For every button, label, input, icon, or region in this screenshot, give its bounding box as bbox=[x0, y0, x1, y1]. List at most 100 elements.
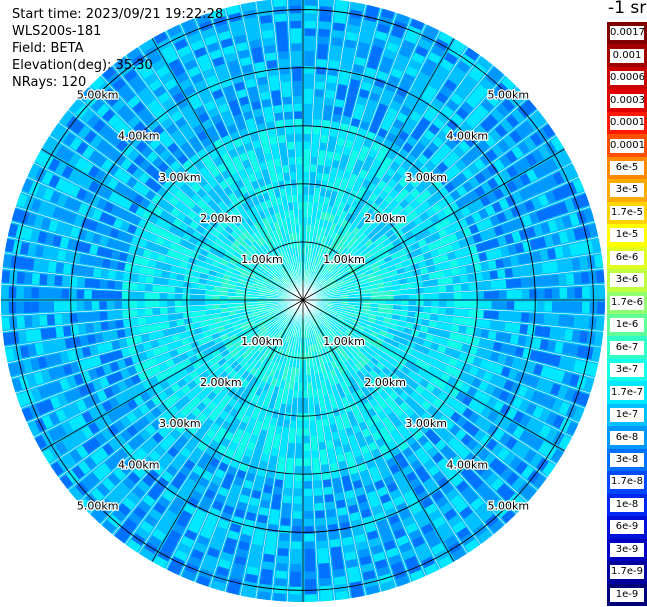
range-gate-cell bbox=[278, 51, 289, 60]
range-gate-cell bbox=[261, 98, 272, 108]
range-gate-cell bbox=[291, 541, 302, 550]
range-gate-cell bbox=[312, 126, 321, 135]
range-gate-cell bbox=[276, 28, 288, 38]
range-gate-cell bbox=[331, 37, 343, 47]
range-gate-cell bbox=[303, 201, 308, 210]
range-gate-cell bbox=[528, 313, 537, 324]
range-gate-cell bbox=[298, 398, 303, 406]
range-gate-cell bbox=[16, 271, 26, 284]
range-gate-cell bbox=[182, 294, 190, 300]
range-gate-cell bbox=[300, 247, 303, 255]
range-gate-cell bbox=[315, 81, 325, 90]
range-gate-cell bbox=[287, 141, 295, 150]
range-gate-cell bbox=[205, 305, 213, 310]
range-gate-cell bbox=[328, 531, 340, 541]
range-gate-cell bbox=[293, 88, 302, 97]
range-gate-cell bbox=[276, 127, 285, 136]
range-gate-cell bbox=[68, 289, 77, 299]
range-gate-cell bbox=[331, 553, 343, 563]
range-gate-cell bbox=[303, 179, 309, 187]
range-gate-cell bbox=[453, 308, 462, 316]
range-gate-cell bbox=[316, 58, 327, 68]
range-gate-cell bbox=[23, 287, 32, 299]
range-gate-cell bbox=[197, 300, 205, 305]
range-gate-cell bbox=[304, 43, 315, 52]
range-gate-cell bbox=[283, 487, 292, 496]
range-gate-cell bbox=[288, 435, 296, 444]
range-gate-cell bbox=[415, 288, 424, 294]
range-gate-cell bbox=[84, 289, 92, 299]
range-gate-cell bbox=[408, 300, 417, 306]
range-gate-cell bbox=[257, 0, 271, 9]
range-gate-cell bbox=[46, 314, 56, 326]
range-gate-cell bbox=[580, 316, 590, 329]
range-gate-cell bbox=[326, 508, 336, 518]
range-gate-cell bbox=[571, 330, 581, 343]
range-gate-cell bbox=[328, 59, 340, 69]
range-ring-label: 5.00km bbox=[488, 89, 530, 102]
range-gate-cell bbox=[400, 289, 409, 295]
range-gate-cell bbox=[291, 58, 302, 67]
range-gate-cell bbox=[393, 295, 402, 300]
range-gate-cell bbox=[330, 44, 342, 54]
instrument-label: WLS200s-181 bbox=[12, 24, 102, 39]
range-gate-cell bbox=[40, 328, 50, 340]
range-gate-cell bbox=[273, 104, 283, 114]
range-gate-cell bbox=[136, 300, 145, 308]
range-gate-cell bbox=[299, 224, 303, 233]
range-gate-cell bbox=[279, 449, 287, 458]
range-gate-cell bbox=[107, 270, 117, 280]
field-label: Field: BETA bbox=[12, 41, 84, 56]
range-gate-cell bbox=[31, 287, 40, 299]
range-gate-cell bbox=[303, 141, 311, 150]
range-gate-cell bbox=[596, 317, 605, 330]
range-gate-cell bbox=[291, 412, 297, 421]
range-gate-cell bbox=[460, 283, 469, 291]
range-gate-cell bbox=[304, 73, 314, 82]
range-gate-cell bbox=[137, 317, 147, 325]
range-gate-cell bbox=[318, 434, 325, 443]
range-gate-cell bbox=[550, 314, 560, 326]
colorbar-tick-label: 1e-5 bbox=[610, 228, 644, 243]
range-gate-cell bbox=[582, 286, 590, 299]
range-gate-cell bbox=[324, 494, 334, 503]
range-gate-cell bbox=[597, 301, 605, 314]
range-gate-cell bbox=[298, 209, 303, 218]
range-gate-cell bbox=[416, 300, 424, 306]
range-gate-cell bbox=[551, 288, 560, 299]
range-gate-cell bbox=[309, 412, 315, 421]
range-gate-cell bbox=[1, 317, 10, 330]
range-gate-cell bbox=[310, 420, 316, 429]
range-gate-cell bbox=[25, 257, 35, 270]
range-gate-cell bbox=[543, 314, 552, 325]
colorbar-tick-label: 6e-7 bbox=[610, 340, 644, 355]
range-gate-cell bbox=[101, 331, 111, 342]
range-gate-cell bbox=[283, 104, 292, 113]
range-gate-cell bbox=[303, 133, 311, 142]
range-gate-cell bbox=[292, 526, 302, 535]
range-gate-cell bbox=[400, 305, 409, 311]
range-gate-cell bbox=[295, 450, 303, 459]
range-gate-cell bbox=[268, 516, 279, 526]
range-gate-cell bbox=[299, 375, 303, 384]
range-gate-cell bbox=[519, 324, 529, 335]
range-gate-cell bbox=[91, 301, 100, 310]
range-gate-cell bbox=[85, 323, 95, 333]
range-gate-cell bbox=[303, 239, 306, 248]
range-gate-cell bbox=[574, 287, 583, 299]
range-gate-cell bbox=[370, 296, 379, 300]
range-gate-cell bbox=[205, 290, 213, 295]
range-gate-cell bbox=[401, 295, 409, 300]
range-gate-cell bbox=[363, 300, 371, 304]
range-gate-cell bbox=[304, 541, 315, 550]
range-gate-cell bbox=[304, 0, 317, 6]
range-gate-cell bbox=[324, 97, 334, 106]
range-gate-cell bbox=[378, 296, 387, 300]
range-gate-cell bbox=[116, 329, 126, 339]
range-gate-cell bbox=[534, 263, 544, 275]
range-gate-cell bbox=[316, 532, 327, 542]
range-gate-cell bbox=[303, 186, 309, 195]
range-gate-cell bbox=[278, 456, 286, 466]
range-gate-cell bbox=[189, 300, 198, 306]
range-gate-cell bbox=[558, 273, 567, 285]
